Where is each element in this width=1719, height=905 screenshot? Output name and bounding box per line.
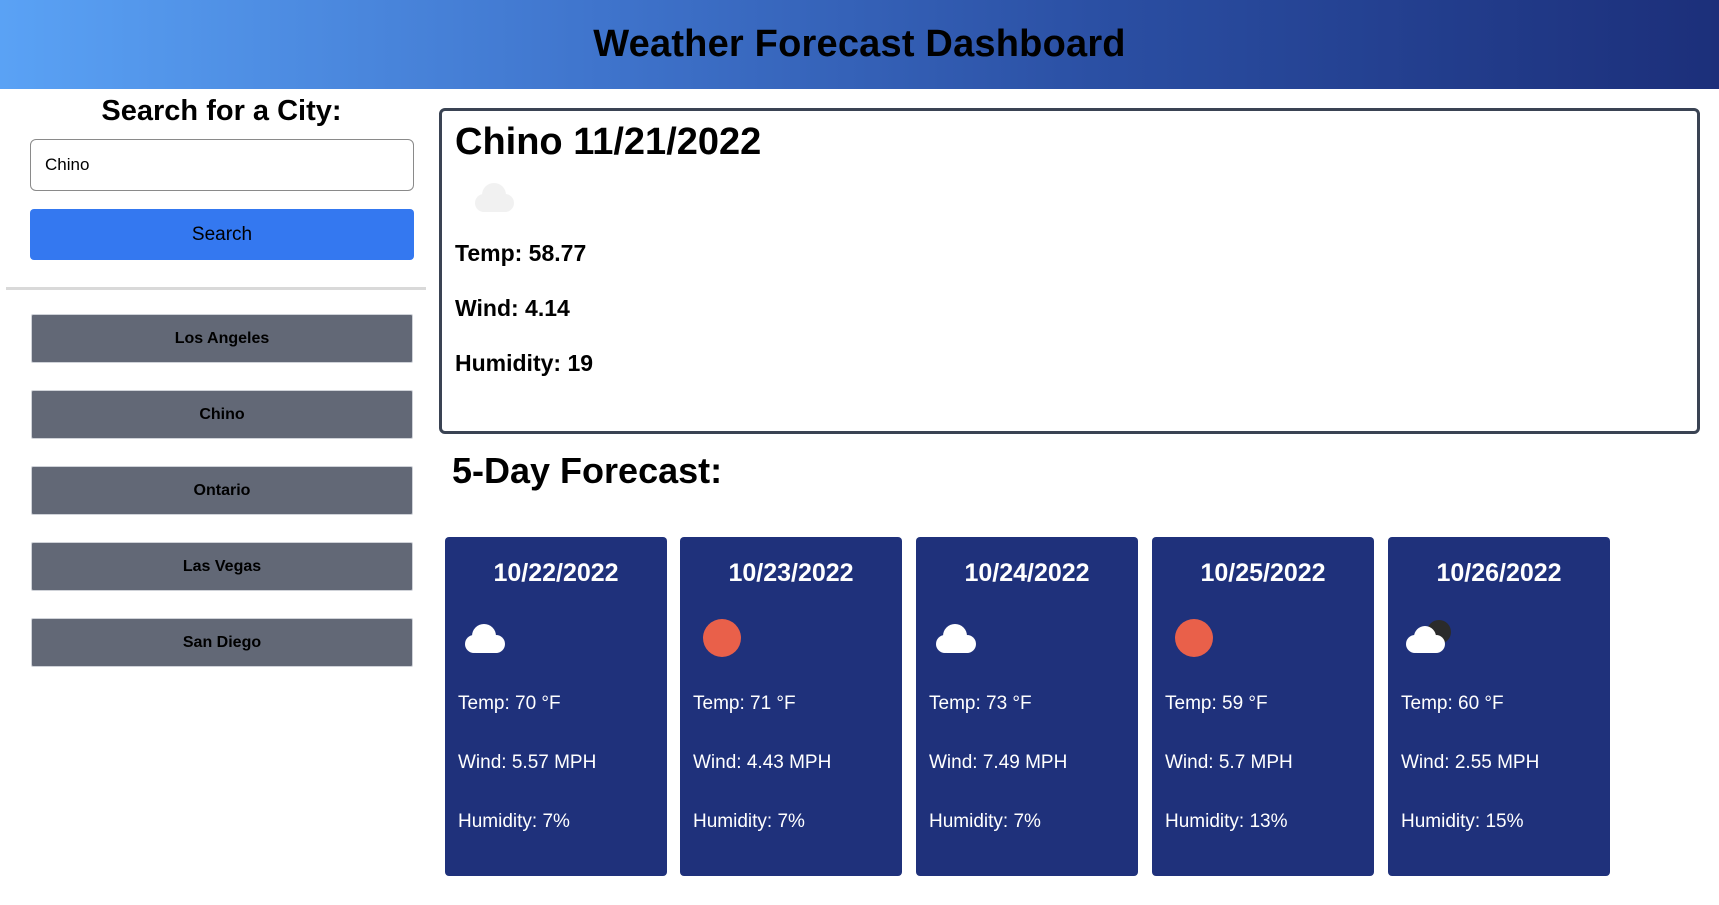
current-temp: Temp: 58.77 [455,240,587,266]
sidebar-divider [6,287,426,290]
forecast-wind: Wind: 2.55 MPH [1401,752,1540,773]
cloud-icon [936,624,976,653]
search-title: Search for a City: [101,95,342,127]
forecast-date: 10/23/2022 [728,559,854,587]
sun-icon [1175,619,1213,657]
forecast-card: 10/25/2022 Temp: 59 °F Wind: 5.7 MPH Hum… [1152,537,1374,876]
current-wind: Wind: 4.14 [455,295,570,321]
forecast-card: 10/26/2022 Temp: 60 °F Wind: 2.55 MPH Hu… [1388,537,1610,876]
forecast-wind: Wind: 4.43 MPH [693,752,832,773]
current-weather-panel: Chino 11/21/2022 Temp: 58.77 Wind: 4.14 … [439,108,1700,434]
history-button-chino[interactable]: Chino [31,390,413,439]
forecast-date: 10/24/2022 [964,559,1090,587]
forecast-humidity: Humidity: 13% [1165,811,1288,832]
forecast-temp: Temp: 71 °F [693,693,796,714]
history-button-las-vegas[interactable]: Las Vegas [31,542,413,591]
search-history-list: Los Angeles Chino Ontario Las Vegas San … [31,314,413,694]
forecast-humidity: Humidity: 15% [1401,811,1524,832]
history-button-los-angeles[interactable]: Los Angeles [31,314,413,363]
forecast-wind: Wind: 5.57 MPH [458,752,597,773]
current-humidity: Humidity: 19 [455,350,594,376]
cloud-icon [465,624,505,653]
page-header: Weather Forecast Dashboard [0,0,1719,89]
forecast-wind: Wind: 7.49 MPH [929,752,1068,773]
cloud-icon [475,183,514,212]
sun-icon [703,619,741,657]
forecast-temp: Temp: 60 °F [1401,693,1504,714]
forecast-humidity: Humidity: 7% [929,811,1041,832]
cloud-moon-icon [1406,620,1451,653]
forecast-humidity: Humidity: 7% [458,811,570,832]
city-search-input[interactable] [30,139,414,191]
forecast-title: 5-Day Forecast: [452,450,723,491]
forecast-wind: Wind: 5.7 MPH [1165,752,1293,773]
forecast-humidity: Humidity: 7% [693,811,805,832]
history-button-san-diego[interactable]: San Diego [31,618,413,667]
forecast-temp: Temp: 70 °F [458,693,561,714]
forecast-temp: Temp: 59 °F [1165,693,1268,714]
forecast-card: 10/24/2022 Temp: 73 °F Wind: 7.49 MPH Hu… [916,537,1138,876]
forecast-date: 10/25/2022 [1200,559,1326,587]
history-button-ontario[interactable]: Ontario [31,466,413,515]
forecast-temp: Temp: 73 °F [929,693,1032,714]
forecast-date: 10/22/2022 [493,559,619,587]
forecast-date: 10/26/2022 [1436,559,1562,587]
forecast-card: 10/22/2022 Temp: 70 °F Wind: 5.57 MPH Hu… [445,537,667,876]
page-title: Weather Forecast Dashboard [593,23,1126,65]
current-city-date: Chino 11/21/2022 [455,121,762,163]
search-button[interactable]: Search [30,209,414,260]
forecast-card: 10/23/2022 Temp: 71 °F Wind: 4.43 MPH Hu… [680,537,902,876]
search-sidebar: Search for a City: Search Los Angeles Ch… [0,89,426,905]
